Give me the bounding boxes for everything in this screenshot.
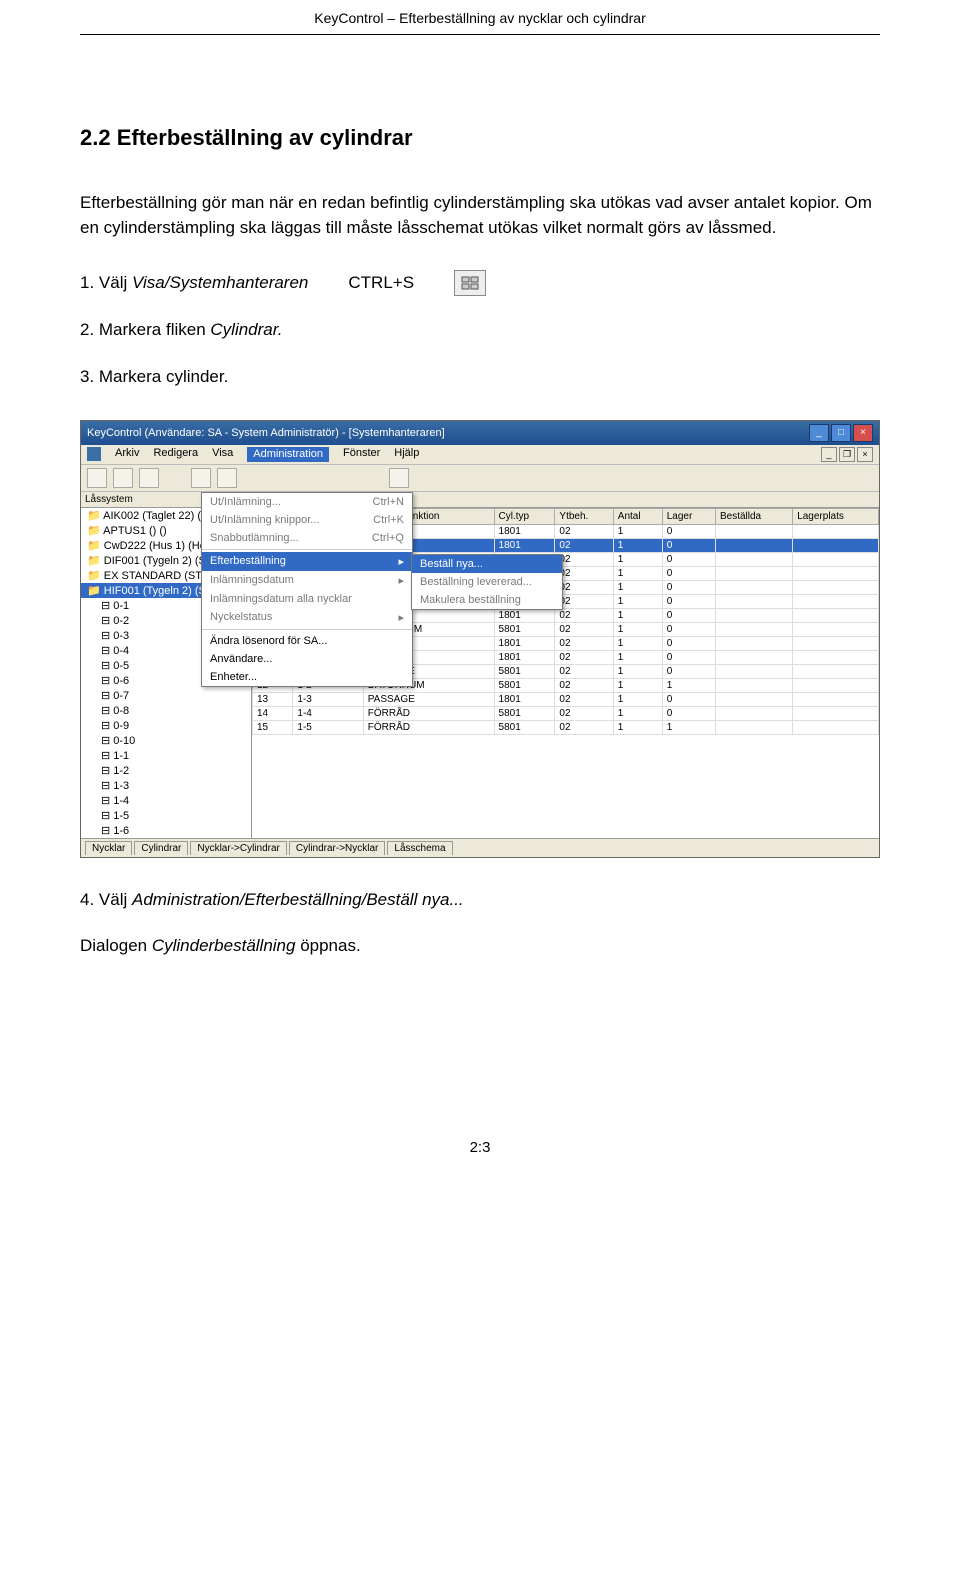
menu-item: Ut/Inlämning knippor...Ctrl+K — [202, 511, 412, 529]
menu-item[interactable]: Efterbeställning▸ — [202, 552, 412, 571]
step-4: 4. Välj Administration/Efterbeställning/… — [80, 888, 880, 913]
menu-item[interactable]: Ändra lösenord för SA... — [202, 632, 412, 650]
toolbar-button-5[interactable] — [217, 468, 237, 488]
close-button[interactable]: × — [853, 424, 873, 442]
step2-label: 2. Markera fliken — [80, 320, 210, 339]
page-footer: 2:3 — [80, 1139, 880, 1156]
menu-item: Inlämningsdatum▸ — [202, 571, 412, 590]
window-title: KeyControl (Användare: SA - System Admin… — [87, 427, 445, 439]
tree-sub-item[interactable]: ⊟ 0-9 — [81, 718, 251, 733]
submenu-item[interactable]: Beställ nya... — [412, 555, 562, 573]
table-row[interactable]: 151-5FÖRRÅD58010211 — [253, 720, 879, 734]
bottom-tab[interactable]: Cylindrar->Nycklar — [289, 841, 386, 855]
tree-sub-item[interactable]: ⊟ 1-6 — [81, 823, 251, 838]
closing-suffix: öppnas. — [295, 936, 360, 955]
column-header[interactable]: Lager — [662, 508, 715, 524]
efterbestallning-submenu: Beställ nya...Beställning levererad...Ma… — [411, 554, 563, 610]
toolbar-print-icon[interactable] — [389, 468, 409, 488]
menubar: Arkiv Redigera Visa Administration Fönst… — [81, 445, 879, 465]
menu-item: Ut/Inlämning...Ctrl+N — [202, 493, 412, 511]
content-area: Ut/Inlämning...Ctrl+NUt/Inlämning knippo… — [81, 492, 879, 838]
tree-sub-item[interactable]: ⊟ 1-2 — [81, 763, 251, 778]
doc-header: KeyControl – Efterbeställning av nycklar… — [80, 0, 880, 34]
section-heading: 2.2 Efterbeställning av cylindrar — [80, 125, 880, 151]
toolbar-button-1[interactable] — [87, 468, 107, 488]
submenu-item: Beställning levererad... — [412, 573, 562, 591]
closing-label: Dialogen — [80, 936, 152, 955]
step1-shortcut: CTRL+S — [348, 273, 414, 293]
app-icon — [87, 447, 101, 461]
maximize-button[interactable]: □ — [831, 424, 851, 442]
table-row[interactable]: 141-4FÖRRÅD58010210 — [253, 706, 879, 720]
tree-sub-item[interactable]: ⊟ 0-8 — [81, 703, 251, 718]
tree-sub-item[interactable]: ⊟ 1-1 — [81, 748, 251, 763]
menu-item: Nyckelstatus▸ — [202, 608, 412, 627]
bottom-tab[interactable]: Nycklar->Cylindrar — [190, 841, 287, 855]
minimize-button[interactable]: _ — [809, 424, 829, 442]
column-header[interactable]: Ytbeh. — [555, 508, 613, 524]
tree-sub-item[interactable]: ⊟ 1-3 — [81, 778, 251, 793]
toolbar-button-4[interactable] — [191, 468, 211, 488]
tree-sub-item[interactable]: ⊟ 0-10 — [81, 733, 251, 748]
toolbar-button-2[interactable] — [113, 468, 133, 488]
step4-italic: Administration/Efterbeställning/Beställ … — [132, 890, 464, 909]
intro-paragraph: Efterbeställning gör man när en redan be… — [80, 191, 880, 240]
step2-italic: Cylindrar. — [210, 320, 282, 339]
step-1: 1. Välj Visa/Systemhanteraren CTRL+S — [80, 270, 880, 296]
tree-sub-item[interactable]: ⊟ 1-5 — [81, 808, 251, 823]
menu-item: Inlämningsdatum alla nycklar — [202, 590, 412, 608]
mdi-close-button[interactable]: × — [857, 447, 873, 462]
submenu-item: Makulera beställning — [412, 591, 562, 609]
systemhanteraren-icon — [454, 270, 486, 296]
step1-label: 1. Välj — [80, 273, 132, 292]
column-header[interactable]: Cyl.typ — [494, 508, 555, 524]
bottom-tab[interactable]: Cylindrar — [134, 841, 188, 855]
closing-line: Dialogen Cylinderbeställning öppnas. — [80, 934, 880, 959]
bottom-tab[interactable]: Låsschema — [387, 841, 452, 855]
mdi-minimize-button[interactable]: _ — [821, 447, 837, 462]
header-divider — [80, 34, 880, 35]
step1-italic: Visa/Systemhanteraren — [132, 273, 308, 292]
administration-dropdown: Ut/Inlämning...Ctrl+NUt/Inlämning knippo… — [201, 492, 413, 687]
app-screenshot: KeyControl (Användare: SA - System Admin… — [80, 420, 880, 858]
step-3: 3. Markera cylinder. — [80, 365, 880, 390]
step-2: 2. Markera fliken Cylindrar. — [80, 318, 880, 343]
menu-item: Snabbutlämning...Ctrl+Q — [202, 529, 412, 547]
mdi-restore-button[interactable]: ❐ — [839, 447, 855, 462]
window-buttons: _ □ × — [809, 424, 873, 442]
column-header[interactable]: Antal — [613, 508, 662, 524]
menu-administration[interactable]: Administration — [247, 447, 329, 462]
tree-sub-item[interactable]: ⊟ 1-4 — [81, 793, 251, 808]
column-header[interactable]: Lagerplats — [793, 508, 879, 524]
menu-hjalp[interactable]: Hjälp — [394, 447, 419, 462]
titlebar: KeyControl (Användare: SA - System Admin… — [81, 421, 879, 445]
menu-redigera[interactable]: Redigera — [153, 447, 198, 462]
menu-fonster[interactable]: Fönster — [343, 447, 380, 462]
bottom-tabs: NycklarCylindrarNycklar->CylindrarCylind… — [81, 838, 879, 857]
bottom-tab[interactable]: Nycklar — [85, 841, 132, 855]
toolbar-button-3[interactable] — [139, 468, 159, 488]
menu-item[interactable]: Användare... — [202, 650, 412, 668]
menu-arkiv[interactable]: Arkiv — [115, 447, 139, 462]
toolbar — [81, 465, 879, 492]
column-header[interactable]: Beställda — [715, 508, 792, 524]
menu-item[interactable]: Enheter... — [202, 668, 412, 686]
table-row[interactable]: 131-3PASSAGE18010210 — [253, 692, 879, 706]
tree-sub-item[interactable]: ⊟ 0-7 — [81, 688, 251, 703]
step4-label: 4. Välj — [80, 890, 132, 909]
menu-visa[interactable]: Visa — [212, 447, 233, 462]
closing-italic: Cylinderbeställning — [152, 936, 296, 955]
